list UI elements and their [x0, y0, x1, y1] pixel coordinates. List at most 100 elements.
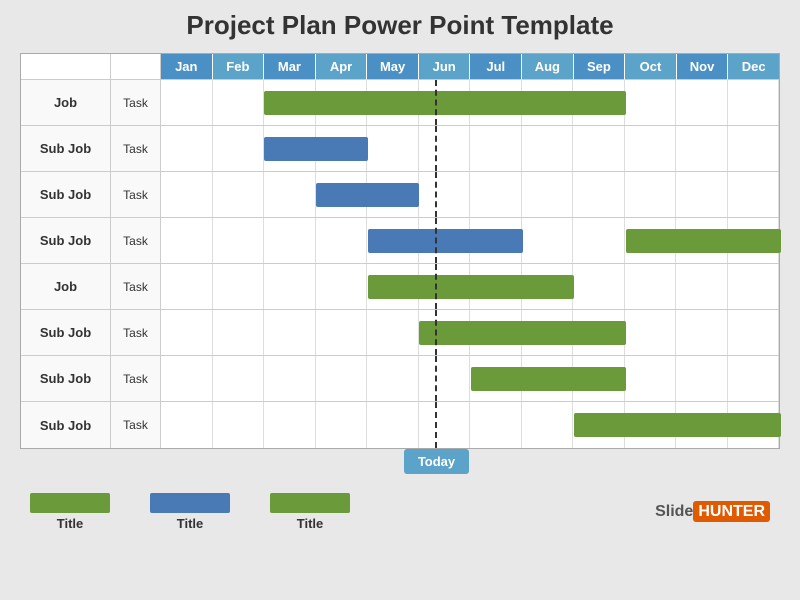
gantt-col: [470, 402, 522, 448]
gantt-col: [264, 218, 316, 263]
month-May: May: [367, 54, 419, 80]
gantt-col: [264, 402, 316, 448]
gantt-col: [213, 264, 265, 309]
gantt-row-area: [161, 126, 779, 171]
gantt-col: [728, 80, 780, 125]
table-row: Sub JobTask: [21, 172, 779, 218]
gantt-bar: [264, 137, 367, 161]
logo-slide: Slide: [655, 503, 693, 520]
gantt-col: [316, 402, 368, 448]
gantt-col: [316, 264, 368, 309]
gantt-col: [419, 172, 471, 217]
gantt-col: [161, 356, 213, 401]
gantt-col: [264, 172, 316, 217]
gantt-col: [522, 172, 574, 217]
row-label: Sub Job: [21, 218, 111, 263]
today-line: [435, 172, 437, 217]
gantt-row-area: [161, 80, 779, 125]
today-area: Today: [20, 449, 780, 485]
gantt-col: [367, 126, 419, 171]
gantt-col: [419, 126, 471, 171]
gantt-col: [264, 310, 316, 355]
today-line: [435, 310, 437, 355]
row-label: Sub Job: [21, 172, 111, 217]
gantt-col: [161, 264, 213, 309]
month-Mar: Mar: [264, 54, 316, 80]
gantt-col: [161, 172, 213, 217]
gantt-col: [625, 172, 677, 217]
gantt-bar: [626, 229, 781, 253]
gantt-col: [625, 310, 677, 355]
gantt-bar: [574, 413, 781, 437]
gantt-col: [213, 126, 265, 171]
gantt-col: [728, 172, 780, 217]
gantt-col: [728, 264, 780, 309]
gantt-bar: [471, 367, 626, 391]
gantt-col: [316, 218, 368, 263]
today-line: [435, 80, 437, 125]
today-line: [435, 218, 437, 263]
gantt-col: [161, 402, 213, 448]
gantt-col: [676, 126, 728, 171]
month-Feb: Feb: [213, 54, 265, 80]
legend-color-box: [270, 493, 350, 513]
gantt-row-area: [161, 310, 779, 355]
table-row: Sub JobTask: [21, 310, 779, 356]
gantt-col: [522, 126, 574, 171]
gantt-col: [161, 80, 213, 125]
logo-container: SlideHUNTER: [655, 503, 770, 521]
gantt-row-area: [161, 356, 779, 401]
month-Apr: Apr: [316, 54, 368, 80]
gantt-col: [470, 126, 522, 171]
row-task: Task: [111, 402, 161, 448]
row-task: Task: [111, 126, 161, 171]
table-row: Sub JobTask: [21, 356, 779, 402]
legend-item: Title: [270, 493, 350, 531]
legend-label: Title: [297, 516, 324, 531]
gantt-col: [625, 356, 677, 401]
gantt-row-area: [161, 172, 779, 217]
table-row: Sub JobTask: [21, 126, 779, 172]
month-Dec: Dec: [728, 54, 779, 80]
row-task: Task: [111, 310, 161, 355]
row-label: Sub Job: [21, 402, 111, 448]
table-row: JobTask: [21, 264, 779, 310]
gantt-col: [728, 356, 780, 401]
row-label: Sub Job: [21, 126, 111, 171]
legend-item: Title: [150, 493, 230, 531]
gantt-row-area: [161, 218, 779, 263]
gantt-col: [573, 264, 625, 309]
gantt-col: [213, 402, 265, 448]
month-Nov: Nov: [677, 54, 729, 80]
today-line: [435, 356, 437, 401]
gantt-col: [573, 126, 625, 171]
gantt-col: [213, 172, 265, 217]
gantt-col: [213, 218, 265, 263]
gantt-bar: [368, 275, 575, 299]
gantt-col: [419, 356, 471, 401]
gantt-col: [316, 356, 368, 401]
gantt-col: [213, 80, 265, 125]
gantt-col: [676, 310, 728, 355]
gantt-col: [367, 402, 419, 448]
page-title: Project Plan Power Point Template: [186, 10, 613, 41]
gantt-bar: [316, 183, 419, 207]
table-row: Sub JobTask: [21, 218, 779, 264]
gantt-col: [161, 218, 213, 263]
gantt-bar: [368, 229, 523, 253]
gantt-col: [625, 126, 677, 171]
today-line: [435, 264, 437, 309]
gantt-col: [264, 356, 316, 401]
label-header: [21, 54, 111, 80]
gantt-bar: [419, 321, 626, 345]
gantt-col: [161, 126, 213, 171]
today-button[interactable]: Today: [404, 449, 469, 474]
gantt-col: [625, 264, 677, 309]
gantt-col: [367, 356, 419, 401]
month-Sep: Sep: [574, 54, 626, 80]
legend-label: Title: [57, 516, 84, 531]
gantt-chart: JanFebMarAprMayJunJulAugSepOctNovDec Job…: [20, 53, 780, 449]
month-Jan: Jan: [161, 54, 213, 80]
gantt-col: [676, 264, 728, 309]
gantt-col: [522, 218, 574, 263]
